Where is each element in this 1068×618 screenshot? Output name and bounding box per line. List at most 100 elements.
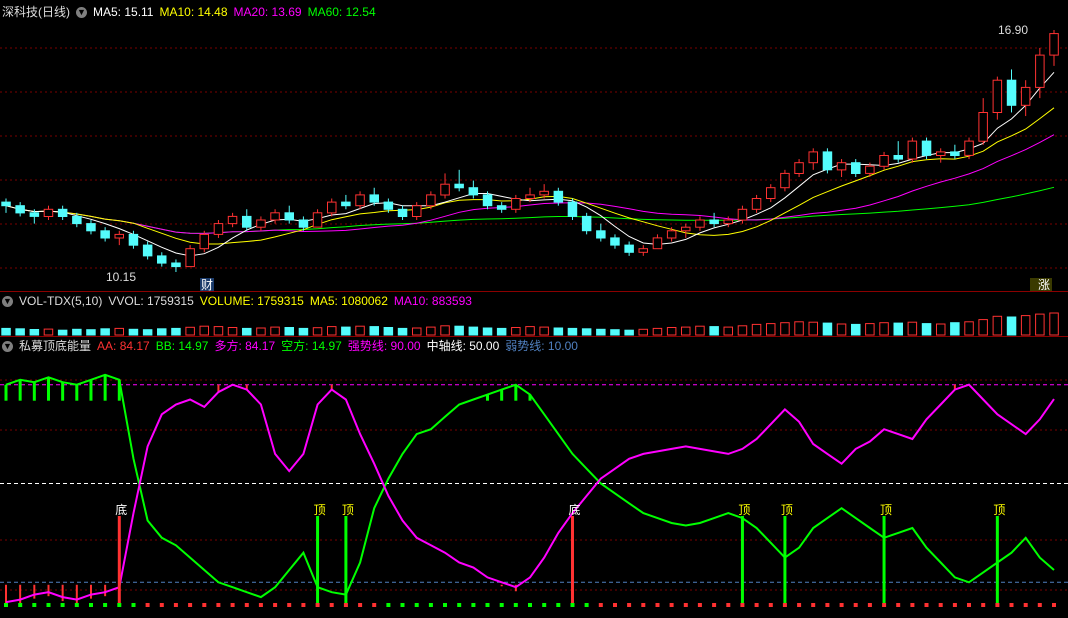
candle-body	[256, 219, 266, 228]
volume-bar	[1020, 315, 1031, 336]
volume-bar	[298, 327, 309, 336]
top-signal-label: 顶	[993, 503, 1005, 517]
volume-bar	[341, 326, 351, 336]
volume-bar	[440, 325, 450, 336]
candle-body	[128, 233, 139, 246]
trend-tick	[938, 603, 943, 607]
candle-body	[29, 212, 40, 217]
trend-tick	[202, 603, 207, 607]
trend-tick	[145, 603, 150, 607]
candle-body	[751, 198, 762, 210]
trend-tick	[697, 603, 702, 607]
top-signal-label: 顶	[738, 503, 750, 517]
trend-tick	[627, 603, 632, 607]
candle-body	[440, 183, 450, 196]
trend-tick	[244, 603, 249, 607]
bottom-signal-label: 底	[115, 502, 127, 517]
volume-bar	[57, 329, 68, 336]
volume-bar	[836, 323, 847, 336]
candle-body	[157, 255, 167, 264]
volume-bar	[355, 325, 365, 336]
candle-body	[142, 244, 153, 257]
trend-tick	[287, 603, 292, 607]
candle-body	[950, 151, 960, 156]
trend-tick	[655, 603, 660, 607]
candle-body	[921, 140, 932, 156]
candle-body	[567, 201, 578, 217]
trend-tick	[797, 603, 802, 607]
trend-tick	[117, 603, 122, 607]
trend-tick	[329, 603, 334, 607]
volume-bar	[142, 329, 153, 336]
trend-tick	[315, 603, 320, 607]
volume-bar	[15, 328, 25, 336]
trend-tick	[358, 603, 363, 607]
trend-tick	[32, 603, 37, 607]
candle-body	[1, 201, 11, 207]
trend-tick	[853, 603, 858, 607]
volume-bar	[100, 328, 110, 336]
candle-body	[1049, 33, 1059, 56]
candle-body	[893, 155, 903, 160]
volume-bar	[412, 327, 422, 336]
candle-body	[709, 219, 719, 225]
trend-tick	[1023, 603, 1028, 607]
candle-body	[822, 151, 833, 171]
volume-bar	[567, 327, 578, 336]
trend-tick	[485, 603, 490, 607]
volume-bar	[242, 327, 252, 336]
candlestick-chart	[1, 30, 1059, 272]
candle-body	[114, 233, 124, 239]
volume-bar	[270, 326, 280, 336]
candle-body	[851, 162, 861, 174]
volume-bar	[327, 326, 337, 336]
volume-bar	[256, 327, 266, 336]
trend-tick	[400, 603, 405, 607]
volume-bar	[72, 328, 82, 336]
candle-body	[780, 172, 790, 189]
candle-body	[794, 162, 804, 174]
trend-tick	[372, 603, 377, 607]
candle-body	[539, 190, 549, 196]
trend-tick	[89, 603, 93, 607]
candle-body	[454, 183, 464, 189]
volume-bar	[822, 322, 833, 336]
trend-tick	[1009, 603, 1014, 607]
volume-bar	[284, 327, 294, 336]
candle-body	[1035, 54, 1045, 88]
trend-tick	[754, 603, 759, 607]
trend-tick	[839, 603, 844, 607]
trend-tick	[584, 603, 589, 607]
volume-bar	[808, 321, 818, 336]
candle-body	[185, 248, 195, 268]
candle-body	[213, 223, 224, 235]
volume-bar	[652, 327, 663, 336]
volume-bar	[950, 322, 960, 336]
price-low-label: 10.15	[106, 270, 136, 284]
trend-tick	[103, 603, 108, 607]
grid-lines	[0, 47, 1068, 591]
trend-tick	[768, 603, 773, 607]
stock-chart[interactable]: 顶 顶 顶 顶 顶 顶 底 底 16.90 10.15 财 涨	[0, 0, 1068, 618]
volume-bar	[29, 329, 40, 336]
trend-tick	[641, 603, 646, 607]
volume-bar	[1049, 312, 1059, 336]
finance-badge[interactable]: 财	[201, 278, 213, 292]
energy-chart: 顶顶顶顶顶顶底底	[0, 373, 1068, 607]
trend-tick	[46, 603, 51, 607]
candle-body	[468, 187, 479, 196]
volume-bar	[539, 326, 549, 336]
volume-bar	[907, 321, 918, 336]
trend-tick	[726, 603, 731, 607]
volume-bar	[128, 328, 139, 336]
candle-body	[383, 201, 394, 210]
trend-tick	[273, 603, 278, 607]
candle-body	[596, 230, 606, 239]
candle-body	[723, 219, 733, 225]
trend-tick	[896, 603, 901, 607]
trend-tick	[4, 603, 8, 607]
candle-body	[199, 233, 209, 250]
candle-body	[936, 151, 946, 156]
trend-tick	[570, 603, 575, 607]
rise-badge[interactable]: 涨	[1038, 277, 1050, 292]
